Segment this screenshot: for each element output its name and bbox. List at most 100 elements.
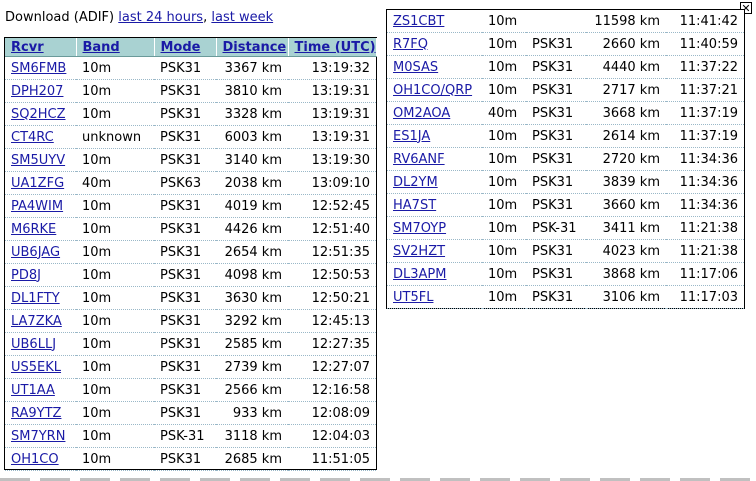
rcvr-link[interactable]: PA4WIM: [11, 199, 63, 214]
rcvr-link[interactable]: UT1AA: [11, 383, 55, 398]
band-cell: 10m: [482, 124, 526, 148]
time-cell: 12:08:09: [288, 401, 376, 425]
rcvr-link[interactable]: RV6ANF: [393, 152, 445, 167]
table-header-row: Rcvr Band Mode Distance Time (UTC): [5, 38, 377, 57]
distance-cell: 3810 km: [216, 79, 288, 103]
col-header-rcvr[interactable]: Rcvr: [5, 38, 77, 57]
rcvr-link[interactable]: UA1ZFG: [11, 176, 64, 191]
time-cell: 11:17:03: [666, 285, 744, 309]
distance-cell: 3660 km: [586, 193, 666, 217]
rcvr-link[interactable]: SQ2HCZ: [11, 107, 66, 122]
rcvr-link[interactable]: M6RKE: [11, 222, 56, 237]
table-row: DL3APM 10m PSK31 3868 km 11:17:06: [387, 262, 744, 286]
band-cell: 10m: [76, 424, 154, 448]
col-header-time[interactable]: Time (UTC): [288, 38, 377, 57]
distance-cell: 3630 km: [216, 286, 288, 310]
table-row: UT5FL 10m PSK31 3106 km 11:17:03: [387, 285, 744, 309]
rcvr-link[interactable]: UB6LLJ: [11, 337, 56, 352]
rcvr-link[interactable]: HA7ST: [393, 198, 436, 213]
rcvr-cell: SM7YRN: [5, 424, 76, 448]
table-row: CT4RC unknown PSK31 6003 km 13:19:31: [5, 125, 376, 149]
distance-cell: 3668 km: [586, 101, 666, 125]
rcvr-cell: UB6JAG: [5, 240, 76, 264]
last-24-hours-link[interactable]: last 24 hours: [118, 10, 203, 25]
mode-cell: PSK31: [154, 332, 216, 356]
band-cell: 10m: [482, 10, 526, 33]
distance-cell: 11598 km: [586, 10, 666, 33]
time-cell: 11:34:36: [666, 170, 744, 194]
rcvr-cell: M6RKE: [5, 217, 76, 241]
rcvr-link[interactable]: DPH207: [11, 84, 63, 99]
distance-cell: 2717 km: [586, 78, 666, 102]
table-row: LA7ZKA 10m PSK31 3292 km 12:45:13: [5, 309, 376, 333]
col-header-mode[interactable]: Mode: [154, 38, 217, 57]
rcvr-link[interactable]: SM5UYV: [11, 153, 65, 168]
col-header-distance[interactable]: Distance: [216, 38, 289, 57]
rcvr-link[interactable]: SM6FMB: [11, 61, 66, 76]
distance-cell: 2654 km: [216, 240, 288, 264]
rcvr-link[interactable]: UT5FL: [393, 290, 433, 305]
rcvr-link[interactable]: CT4RC: [11, 130, 54, 145]
rcvr-link[interactable]: DL2YM: [393, 175, 438, 190]
table-row: UB6JAG 10m PSK31 2654 km 12:51:35: [5, 240, 376, 264]
rcvr-link[interactable]: PD8J: [11, 268, 41, 283]
distance-cell: 2739 km: [216, 355, 288, 379]
time-cell: 13:19:30: [288, 148, 376, 172]
time-cell: 12:04:03: [288, 424, 376, 448]
rcvr-cell: OH1CO/QRP: [387, 78, 482, 102]
rcvr-cell: ZS1CBT: [387, 10, 482, 33]
distance-cell: 4019 km: [216, 194, 288, 218]
rcvr-cell: DL1FTY: [5, 286, 76, 310]
distance-cell: 3106 km: [586, 285, 666, 309]
reports-table-right: ZS1CBT 10m 11598 km 11:41:42 R7FQ 10m PSK31 266…: [387, 10, 744, 309]
rcvr-cell: UT5FL: [387, 285, 482, 309]
rcvr-link[interactable]: ZS1CBT: [393, 14, 444, 29]
table-row: OH1CO/QRP 10m PSK31 2717 km 11:37:21: [387, 78, 744, 102]
distance-cell: 2585 km: [216, 332, 288, 356]
table-row: DL1FTY 10m PSK31 3630 km 12:50:21: [5, 286, 376, 310]
rcvr-link[interactable]: OH1CO: [11, 452, 59, 467]
rcvr-link[interactable]: SV2HZT: [393, 244, 445, 259]
rcvr-link[interactable]: SM7OYP: [393, 221, 446, 236]
mode-cell: PSK-31: [154, 424, 216, 448]
reports-panel-left: Rcvr Band Mode Distance Time (UTC) SM6FM…: [4, 37, 377, 471]
last-week-link[interactable]: last week: [211, 10, 273, 25]
distance-cell: 3868 km: [586, 262, 666, 286]
band-cell: 10m: [482, 147, 526, 171]
time-cell: 13:19:32: [288, 56, 376, 80]
mode-cell: PSK31: [154, 447, 216, 471]
rcvr-cell: SM7OYP: [387, 216, 482, 240]
rcvr-link[interactable]: DL3APM: [393, 267, 446, 282]
rcvr-cell: SM5UYV: [5, 148, 76, 172]
mode-cell: PSK31: [154, 217, 216, 241]
time-cell: 11:17:06: [666, 262, 744, 286]
rcvr-link[interactable]: US5EKL: [11, 360, 61, 375]
rcvr-link[interactable]: RA9YTZ: [11, 406, 61, 421]
mode-cell: PSK31: [526, 239, 586, 263]
rcvr-link[interactable]: SM7YRN: [11, 429, 65, 444]
col-header-band[interactable]: Band: [76, 38, 155, 57]
rcvr-link[interactable]: OM2AOA: [393, 106, 450, 121]
mode-cell: PSK31: [154, 56, 216, 80]
table-row: OM2AOA 40m PSK31 3668 km 11:37:19: [387, 101, 744, 125]
rcvr-link[interactable]: ES1JA: [393, 129, 430, 144]
distance-cell: 3140 km: [216, 148, 288, 172]
rcvr-link[interactable]: R7FQ: [393, 37, 428, 52]
mode-cell: PSK31: [526, 193, 586, 217]
rcvr-link[interactable]: LA7ZKA: [11, 314, 62, 329]
band-cell: 10m: [482, 285, 526, 309]
rcvr-cell: ES1JA: [387, 124, 482, 148]
band-cell: 10m: [76, 240, 154, 264]
time-cell: 13:19:31: [288, 102, 376, 126]
rcvr-cell: SV2HZT: [387, 239, 482, 263]
reports-table-left-body: SM6FMB 10m PSK31 3367 km 13:19:32 DPH207 10m PS…: [5, 56, 376, 471]
rcvr-link[interactable]: OH1CO/QRP: [393, 83, 472, 98]
distance-cell: 3292 km: [216, 309, 288, 333]
rcvr-link[interactable]: M0SAS: [393, 60, 438, 75]
rcvr-link[interactable]: UB6JAG: [11, 245, 60, 260]
rcvr-cell: DL3APM: [387, 262, 482, 286]
band-cell: 40m: [482, 101, 526, 125]
rcvr-link[interactable]: DL1FTY: [11, 291, 60, 306]
mode-cell: PSK31: [526, 285, 586, 309]
rcvr-cell: LA7ZKA: [5, 309, 76, 333]
